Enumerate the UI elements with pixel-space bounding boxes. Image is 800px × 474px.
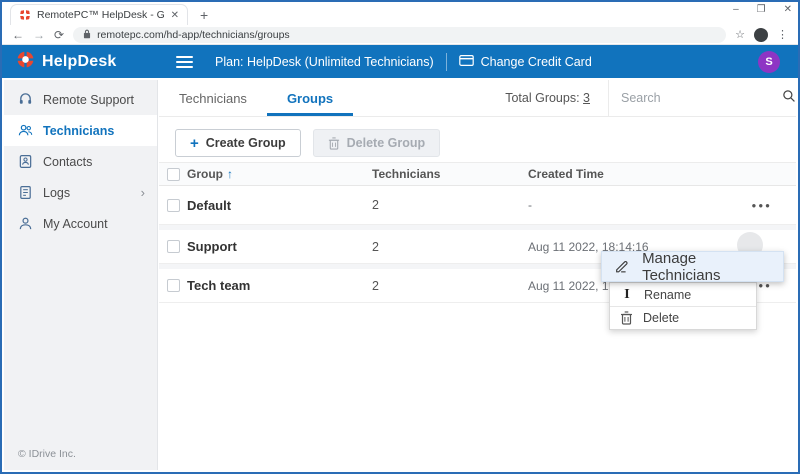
trash-icon [328,137,340,150]
sidebar-item-label: Logs [43,186,70,200]
app-header: HelpDesk Plan: HelpDesk (Unlimited Techn… [2,45,798,78]
menu-item-rename[interactable]: I Rename [610,283,756,306]
user-avatar[interactable]: S [758,51,780,73]
sidebar-item-label: My Account [43,217,108,231]
sidebar-item-contacts[interactable]: Contacts [4,146,157,177]
content-tabbar: Technicians Groups Total Groups: 3 [159,80,796,117]
actions-bar: + Create Group Delete Group [159,117,796,157]
sidebar-item-label: Technicians [43,124,114,138]
credit-card-icon [459,55,474,69]
helpdesk-logo: HelpDesk [2,50,162,74]
window-restore-button[interactable]: ❐ [757,4,766,15]
browser-toolbar: ← → ⟳ remotepc.com/hd-app/technicians/gr… [2,25,798,45]
row-checkbox[interactable] [167,279,180,292]
lifebuoy-logo-icon [16,50,35,74]
window-controls: – ❐ ✕ [733,4,792,15]
plan-label: Plan: HelpDesk (Unlimited Technicians) [215,55,434,69]
remotepc-favicon-icon [19,9,31,21]
menu-toggle-icon[interactable] [176,56,193,68]
menu-item-manage-technicians[interactable]: Manage Technicians [601,251,784,282]
contacts-icon [18,154,33,169]
window-close-button[interactable]: ✕ [784,4,792,15]
tab-groups[interactable]: Groups [267,80,353,116]
address-bar[interactable]: remotepc.com/hd-app/technicians/groups [73,27,726,43]
header-divider [446,53,447,71]
tab-close-icon[interactable]: ✕ [171,10,179,21]
trash-icon [620,311,633,325]
sidebar-item-remote-support[interactable]: Remote Support [4,84,157,115]
row-actions-icon[interactable]: ●●● [728,201,772,210]
row-checkbox[interactable] [167,240,180,253]
text-cursor-icon: I [620,287,634,303]
lock-icon [83,26,91,44]
back-button[interactable]: ← [12,29,24,41]
change-credit-card-label: Change Credit Card [481,55,592,69]
row-checkbox[interactable] [167,199,180,212]
sidebar-item-technicians[interactable]: Technicians [4,115,157,146]
url-text: remotepc.com/hd-app/technicians/groups [97,29,290,41]
chevron-right-icon: › [141,185,145,200]
forward-button[interactable]: → [33,29,45,41]
technicians-icon [18,123,33,138]
change-credit-card-button[interactable]: Change Credit Card [459,55,592,69]
headset-icon [18,92,33,107]
browser-menu-icon[interactable]: ⋮ [777,28,788,41]
sidebar-item-logs[interactable]: Logs › [4,177,157,208]
sidebar: Remote Support Technicians Contacts Logs… [4,80,158,470]
sidebar-item-my-account[interactable]: My Account [4,208,157,239]
window-minimize-button[interactable]: – [733,4,739,15]
menu-item-delete[interactable]: Delete [610,306,756,329]
column-header-group[interactable]: Group↑ [187,167,372,181]
bookmark-star-icon[interactable]: ☆ [735,28,745,41]
context-menu: I Rename Delete [609,282,757,330]
column-header-created-time[interactable]: Created Time [528,167,728,181]
reload-button[interactable]: ⟳ [54,29,64,41]
new-tab-button[interactable]: + [200,7,208,25]
plus-icon: + [190,135,199,152]
logo-text: HelpDesk [42,53,117,71]
browser-window: RemotePC™ HelpDesk - Groups ✕ + – ❐ ✕ ← … [0,0,800,474]
delete-group-button[interactable]: Delete Group [313,129,441,157]
total-groups-label: Total Groups: 3 [505,91,608,105]
search-icon[interactable] [782,89,796,108]
sort-asc-icon: ↑ [227,167,233,181]
logs-icon [18,185,33,200]
sidebar-item-label: Remote Support [43,93,134,107]
main-content: Technicians Groups Total Groups: 3 + Cre… [159,80,796,470]
column-header-technicians[interactable]: Technicians [372,167,528,181]
create-group-button[interactable]: + Create Group [175,129,301,157]
copyright-text: © IDrive Inc. [18,448,76,460]
table-header-row: Group↑ Technicians Created Time [159,162,796,186]
table-row[interactable]: Default 2 - ●●● [159,186,796,225]
account-icon [18,216,33,231]
browser-tabstrip: RemotePC™ HelpDesk - Groups ✕ + – ❐ ✕ [2,2,798,25]
tab-title: RemotePC™ HelpDesk - Groups [37,9,165,21]
browser-tab[interactable]: RemotePC™ HelpDesk - Groups ✕ [10,4,188,25]
total-groups-count: 3 [583,91,590,105]
tab-technicians[interactable]: Technicians [159,80,267,116]
search-input[interactable] [621,91,782,105]
sidebar-item-label: Contacts [43,155,92,169]
pencil-icon [614,258,630,275]
select-all-checkbox[interactable] [167,168,180,181]
browser-profile-avatar[interactable] [754,28,768,42]
search-box [608,80,796,116]
